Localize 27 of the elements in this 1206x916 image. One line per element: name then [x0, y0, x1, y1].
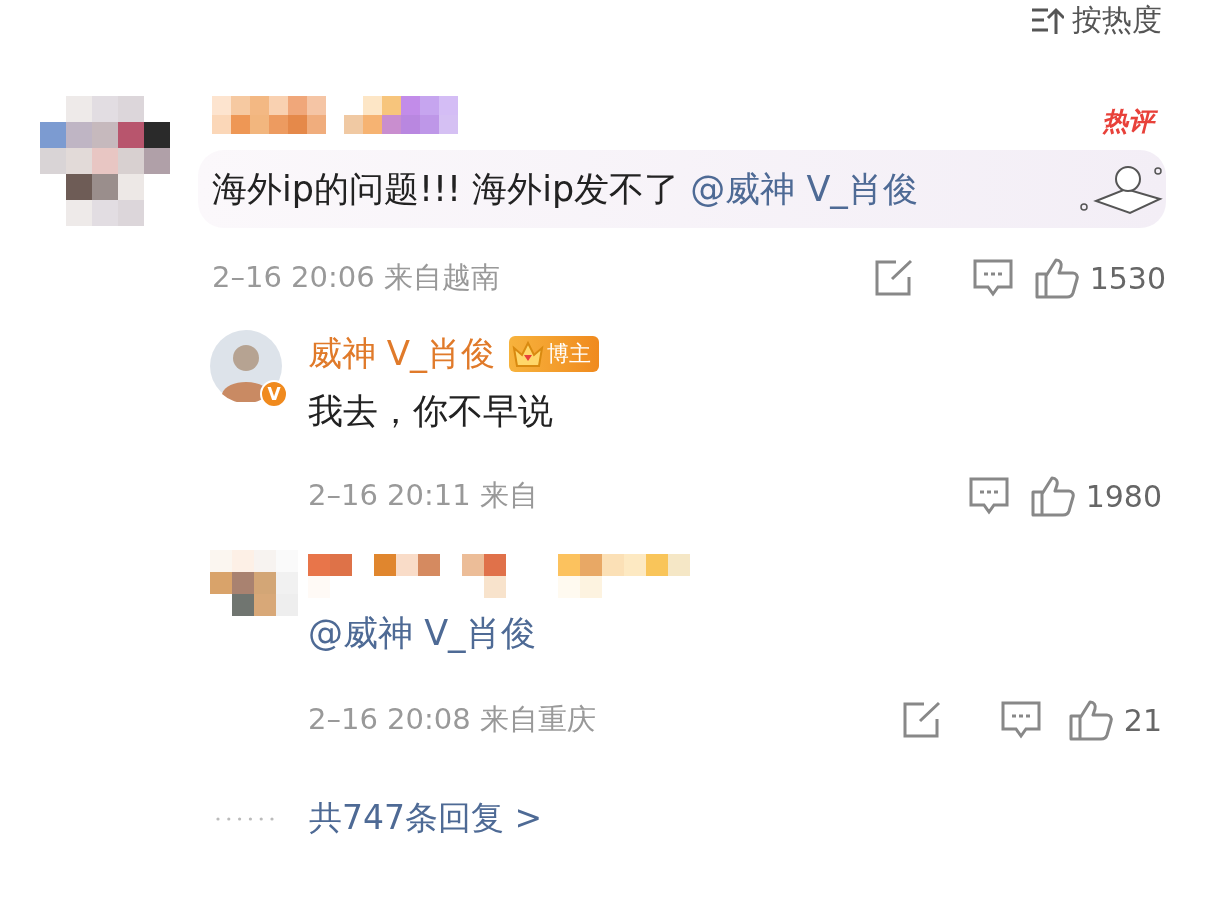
verified-badge: V: [260, 380, 288, 408]
like-count: 21: [1123, 702, 1162, 738]
like-count: 1980: [1085, 478, 1162, 514]
thumbs-up-icon[interactable]: [1067, 698, 1114, 742]
mention-link[interactable]: @威神 V_肖俊: [308, 602, 1162, 664]
author-name[interactable]: 威神 V_肖俊: [308, 331, 496, 377]
share-icon[interactable]: [873, 259, 914, 297]
more-replies-link[interactable]: 共747条回复 >: [309, 796, 543, 841]
like-count: 1530: [1089, 260, 1166, 296]
sort-icon[interactable]: [1030, 5, 1064, 36]
sort-label[interactable]: 按热度: [1072, 0, 1162, 41]
comment-text: 海外ip的问题!!! 海外ip发不了 @威神 V_肖俊: [212, 167, 918, 211]
dots-icon: [215, 816, 275, 821]
mention-link[interactable]: @威神 V_肖俊: [679, 168, 918, 209]
comment-icon[interactable]: [967, 476, 1010, 516]
reply-meta: 2–16 20:11 来自: [308, 477, 538, 514]
reply-text: 我去，你不早说: [308, 389, 554, 433]
avatar[interactable]: [210, 330, 282, 402]
comment-meta: 2–16 20:06 来自越南: [212, 259, 500, 296]
thumbs-up-icon[interactable]: [1029, 474, 1076, 518]
share-icon[interactable]: [902, 701, 942, 739]
comment-icon[interactable]: [1000, 700, 1042, 740]
blogger-badge: 博主: [509, 336, 600, 372]
reply-meta: 2–16 20:08 来自重庆: [308, 701, 596, 738]
thumbs-up-icon[interactable]: [1033, 256, 1080, 300]
hot-comment-label: 热评: [1102, 96, 1166, 139]
comment-icon[interactable]: [971, 258, 1014, 298]
